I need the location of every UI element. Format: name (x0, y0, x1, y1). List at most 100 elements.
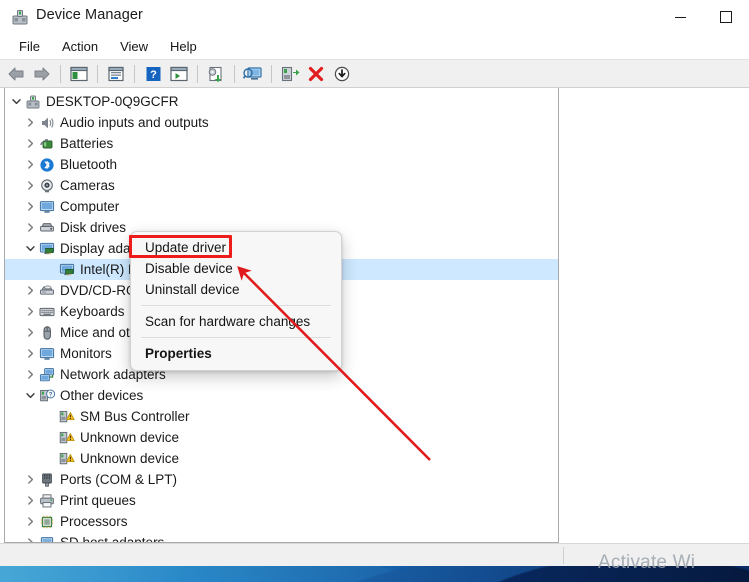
context-menu-item[interactable]: Disable device (131, 258, 341, 279)
tree-item-label: Disk drives (60, 220, 127, 235)
toolbar-separator (134, 64, 135, 83)
chevron-right-icon[interactable] (23, 343, 38, 364)
context-menu-item[interactable]: Scan for hardware changes (131, 311, 341, 332)
chevron-right-icon[interactable] (23, 175, 38, 196)
tree-item[interactable]: Processors (5, 511, 558, 532)
chevron-right-icon[interactable] (23, 490, 38, 511)
forward-icon[interactable] (30, 62, 54, 85)
tree-item[interactable]: SM Bus Controller (5, 406, 558, 427)
context-menu-item[interactable]: Properties (131, 343, 341, 364)
speaker-icon (38, 114, 56, 132)
scan-for-hardware-changes-icon[interactable] (241, 62, 265, 85)
minimize-button[interactable] (657, 0, 703, 34)
properties-icon[interactable] (104, 62, 128, 85)
activate-windows-watermark: Activate Wi (598, 552, 696, 573)
device-context-menu[interactable]: Update driver Disable device Uninstall dev… (130, 231, 342, 371)
window-title: Device Manager (36, 7, 143, 23)
toolbar-separator (271, 64, 272, 83)
warning-device-icon (58, 450, 76, 468)
processor-icon (38, 513, 56, 531)
toolbar-separator (60, 64, 61, 83)
tree-item-label: SM Bus Controller (80, 409, 190, 424)
tree-item-label: Bluetooth (60, 157, 118, 172)
update-driver-icon[interactable] (204, 62, 228, 85)
tree-item[interactable]: Unknown device (5, 427, 558, 448)
camera-icon (38, 177, 56, 195)
tree-item[interactable]: Bluetooth (5, 154, 558, 175)
enable-device-icon[interactable] (278, 62, 302, 85)
tree-item[interactable]: ? Other devices (5, 385, 558, 406)
disk-drive-icon (38, 219, 56, 237)
tree-item-label: Monitors (60, 346, 112, 361)
menu-action[interactable]: Action (51, 37, 109, 56)
chevron-right-icon[interactable] (23, 301, 38, 322)
maximize-icon (720, 11, 732, 23)
client-area: DESKTOP-0Q9GCFR Audio inputs and outputs B… (0, 88, 749, 543)
context-menu-item[interactable]: Uninstall device (131, 279, 341, 300)
tree-item[interactable]: Batteries (5, 133, 558, 154)
tree-item[interactable]: Unknown device (5, 448, 558, 469)
context-menu-item[interactable]: Update driver (131, 237, 341, 258)
chevron-right-icon[interactable] (23, 217, 38, 238)
back-icon[interactable] (4, 62, 28, 85)
chevron-right-icon[interactable] (23, 112, 38, 133)
chevron-down-icon[interactable] (23, 385, 38, 406)
help-icon[interactable]: ? (141, 62, 165, 85)
tree-item-label: Cameras (60, 178, 115, 193)
network-adapter-icon (38, 366, 56, 384)
tree-item[interactable]: Ports (COM & LPT) (5, 469, 558, 490)
tree-item-label: Processors (60, 514, 128, 529)
tree-item[interactable]: DESKTOP-0Q9GCFR (5, 91, 558, 112)
tree-item-label: Other devices (60, 388, 144, 403)
tree-item[interactable]: Print queues (5, 490, 558, 511)
chevron-right-icon[interactable] (23, 469, 38, 490)
maximize-button[interactable] (703, 0, 749, 34)
show-hide-action-pane-icon[interactable] (167, 62, 191, 85)
tree-item-label: Keyboards (60, 304, 125, 319)
menu-file[interactable]: File (8, 37, 51, 56)
port-icon (38, 471, 56, 489)
menu-help[interactable]: Help (159, 37, 208, 56)
menu-bar: File Action View Help (0, 34, 749, 59)
chevron-right-icon[interactable] (23, 280, 38, 301)
toolbar-separator (97, 64, 98, 83)
tree-item-label: SD host adapters (60, 535, 165, 543)
context-menu-separator (141, 337, 331, 338)
context-menu-separator (141, 305, 331, 306)
display-adapter-icon (58, 261, 76, 279)
chevron-down-icon[interactable] (9, 91, 24, 112)
disable-device-icon[interactable] (330, 62, 354, 85)
svg-text:?: ? (150, 69, 157, 81)
warning-device-icon (58, 408, 76, 426)
tree-item[interactable]: Cameras (5, 175, 558, 196)
chevron-right-icon[interactable] (23, 532, 38, 542)
uninstall-device-icon[interactable] (304, 62, 328, 85)
tree-item[interactable]: SD host adapters (5, 532, 558, 543)
printer-icon (38, 492, 56, 510)
display-adapter-icon (38, 240, 56, 258)
chevron-right-icon[interactable] (23, 322, 38, 343)
monitor-icon (38, 198, 56, 216)
tree-item-label: DESKTOP-0Q9GCFR (46, 94, 179, 109)
device-manager-icon (10, 7, 30, 27)
tree-item[interactable]: Computer (5, 196, 558, 217)
menu-view[interactable]: View (109, 37, 159, 56)
chevron-down-icon[interactable] (23, 238, 38, 259)
tree-item-label: Batteries (60, 136, 114, 151)
mouse-icon (38, 324, 56, 342)
tree-item[interactable]: Audio inputs and outputs (5, 112, 558, 133)
chevron-right-icon[interactable] (23, 133, 38, 154)
chevron-right-icon[interactable] (23, 196, 38, 217)
show-hide-console-tree-icon[interactable] (67, 62, 91, 85)
computer-root-icon (24, 93, 42, 111)
toolbar-separator (197, 64, 198, 83)
chevron-right-icon[interactable] (23, 154, 38, 175)
chevron-right-icon[interactable] (23, 364, 38, 385)
device-manager-window: Device Manager File Action View Help ? D… (0, 0, 749, 566)
chevron-right-icon[interactable] (23, 511, 38, 532)
bluetooth-icon (38, 156, 56, 174)
tree-item-label: Audio inputs and outputs (60, 115, 209, 130)
